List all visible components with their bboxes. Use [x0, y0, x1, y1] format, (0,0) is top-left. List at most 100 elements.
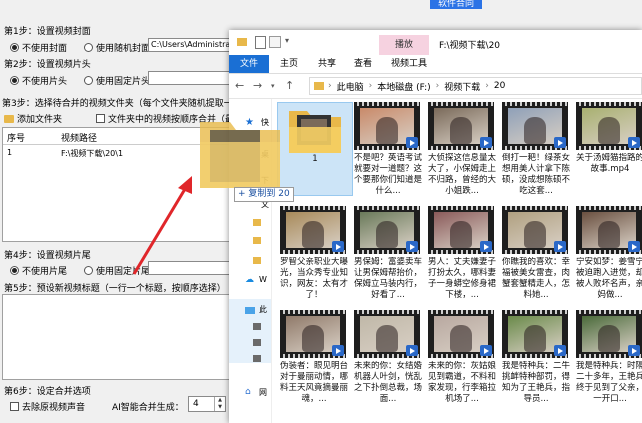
- video-thumbnail: [576, 102, 642, 150]
- add-folder-button[interactable]: 添加文件夹: [4, 112, 62, 125]
- video-thumbnail: [502, 206, 568, 254]
- red-arrow-annotation: [132, 176, 192, 275]
- file-name-label: 你瞧我的喜欢：幸福被美女雷查，肉蟹套蟹精走人，怎料她...: [501, 257, 570, 300]
- video-file-item[interactable]: 男人：丈夫嫌妻子打扮太久，哪料妻子一身蟒空修身裙下楼，...: [425, 206, 499, 300]
- file-name-label: 不是吧？英语考试就要对一道题？这个要那你们知道是什么...: [353, 153, 422, 196]
- video-file-item[interactable]: 我是特种兵：二牛挑衅特种部罚，得知为了王艳兵，指导员...: [499, 310, 573, 404]
- person-figure: [450, 117, 472, 144]
- drive-icon: [253, 323, 261, 330]
- play-badge-icon: [480, 137, 492, 148]
- radio-no-cover[interactable]: 不使用封面: [10, 41, 67, 54]
- breadcrumb-item[interactable]: 视频下载: [444, 80, 480, 93]
- step3-label: 第3步：选择待合并的视频文件夹（每个文件夹随机提取一个视: [2, 99, 251, 109]
- person-figure: [598, 325, 620, 352]
- file-name-label: 我是特种兵：时隔二十多年，王艳兵终于见到了父亲，一开口...: [575, 361, 642, 404]
- play-badge-icon: [628, 241, 640, 252]
- video-thumbnail: [280, 310, 346, 358]
- play-badge-icon: [406, 345, 418, 356]
- person-figure: [450, 221, 472, 248]
- video-file-item[interactable]: 倒打一耙！绿茶女想用美人计拿下陈硕，没成想陈硕不吃这套...: [499, 102, 573, 196]
- intro-path-field[interactable]: [148, 71, 230, 85]
- radio-label: 不使用封面: [22, 44, 68, 54]
- chevron-right-icon: ›: [328, 81, 332, 91]
- video-file-item[interactable]: 我是特种兵：时隔二十多年，王艳兵终于见到了父亲，一开口...: [573, 310, 642, 404]
- video-thumbnail: [354, 206, 420, 254]
- video-file-item[interactable]: 不是吧？英语考试就要对一道题？这个要那你们知道是什么...: [351, 102, 425, 196]
- drive-icon: [253, 355, 261, 362]
- recent-dropdown-icon[interactable]: ▾: [271, 82, 275, 90]
- ai-count-stepper[interactable]: 4 ▲ ▼: [188, 396, 226, 412]
- radio-icon: [84, 266, 93, 275]
- video-file-item[interactable]: 伪装者：眼见明台对于曼丽动情，哪料王天风竟摘曼丽魂，...: [277, 310, 351, 404]
- folder-icon: [289, 111, 341, 153]
- play-badge-icon: [406, 241, 418, 252]
- breadcrumb-item[interactable]: 此电脑: [337, 80, 364, 93]
- forward-arrow-icon[interactable]: →: [253, 79, 262, 92]
- remove-audio-checkbox[interactable]: 去除原视频声音: [10, 400, 85, 413]
- video-file-item[interactable]: 未来的你：女结婚机器人叶剑，恍乱之下扑倒总裁，场面...: [351, 310, 425, 404]
- video-file-item[interactable]: 宁安如梦：姜雪宁被迫跑入进觉，却被人败坏名声，亲妈做...: [573, 206, 642, 300]
- ribbon-tabs: 文件 主页 共享 查看 视频工具: [229, 55, 642, 74]
- step4-label: 第4步：设置视频片尾: [4, 251, 91, 261]
- radio-no-outro[interactable]: 不使用片尾: [10, 264, 67, 277]
- up-arrow-icon[interactable]: ↑: [285, 79, 294, 92]
- radio-icon: [84, 43, 93, 52]
- radio-random-cover[interactable]: 使用随机封面: [84, 41, 150, 54]
- radio-icon: [10, 266, 19, 275]
- video-file-item[interactable]: 未来的你：灰姑娘见到霸道，不料和家发现，行李箱拉机场了...: [425, 310, 499, 404]
- breadcrumb-item[interactable]: 本地磁盘 (F:): [377, 80, 430, 93]
- tab-manage-play[interactable]: 播放: [379, 35, 429, 55]
- film-strip: [502, 102, 568, 106]
- checkbox-icon: [96, 114, 105, 123]
- radio-label: 使用随机封面: [96, 44, 151, 54]
- radio-no-intro[interactable]: 不使用片头: [10, 74, 67, 87]
- new-folder-icon[interactable]: [269, 36, 281, 48]
- film-strip: [502, 310, 568, 314]
- tab-home[interactable]: 主页: [271, 55, 307, 73]
- tab-view[interactable]: 查看: [345, 55, 381, 73]
- stepper-arrows-icon[interactable]: ▲ ▼: [214, 397, 225, 411]
- person-figure: [598, 221, 620, 248]
- folder-icon: [314, 82, 324, 90]
- step6-label: 第6步：设定合并选项: [4, 387, 91, 397]
- play-badge-icon: [406, 137, 418, 148]
- quick-access-dropdown-icon[interactable]: ▾: [285, 36, 289, 45]
- video-file-item[interactable]: 大侦探这信息量太大了，小保姆走上不归路，曾经的大小姐跌...: [425, 102, 499, 196]
- radio-fixed-intro[interactable]: 使用固定片头: [84, 74, 150, 87]
- file-name-label: 关于汤姆猫指路的故事.mp4: [575, 153, 642, 174]
- radio-label: 不使用片尾: [22, 267, 68, 277]
- properties-icon[interactable]: [255, 36, 266, 49]
- checkbox-label: 去除原视频声音: [22, 403, 86, 413]
- breadcrumb[interactable]: › 此电脑 › 本地磁盘 (F:) › 视频下载 › 20: [309, 77, 642, 95]
- film-strip: [354, 310, 420, 314]
- video-thumbnail: [280, 206, 346, 254]
- titles-textarea[interactable]: [2, 294, 254, 380]
- video-file-item[interactable]: 罗智父亲职业大曝光，当众秀专业知识，网友：太有才了！: [277, 206, 351, 300]
- person-figure: [524, 221, 546, 248]
- file-name-label: 大侦探这信息量太大了，小保姆走上不归路，曾经的大小姐跌...: [427, 153, 496, 196]
- video-file-item[interactable]: 你瞧我的喜欢：幸福被美女雷查，肉蟹套蟹精走人，怎料她...: [499, 206, 573, 300]
- explorer-titlebar: ▾ 播放 F:\视频下载\20: [229, 30, 642, 55]
- tab-file[interactable]: 文件: [229, 55, 269, 73]
- film-strip: [428, 102, 494, 106]
- nav-item[interactable]: W: [259, 275, 267, 284]
- cloud-icon[interactable]: ☁: [245, 275, 254, 285]
- network-icon[interactable]: ⌂: [245, 387, 251, 397]
- nav-item[interactable]: 网: [259, 387, 267, 398]
- nav-item[interactable]: 此: [259, 304, 267, 315]
- tab-video-tools[interactable]: 视频工具: [383, 55, 435, 73]
- video-thumbnail: [428, 102, 494, 150]
- video-file-item[interactable]: 关于汤姆猫指路的故事.mp4: [573, 102, 642, 194]
- ai-merge-label: AI智能合并生成：: [112, 403, 184, 413]
- row-path: F:\视频下载\20\1: [61, 149, 124, 158]
- step5-label: 第5步：预设新视频标题（一行一个标题，按顺序选择）: [4, 284, 226, 294]
- tab-share[interactable]: 共享: [309, 55, 345, 73]
- app-top-title: 软件合同: [430, 0, 483, 9]
- film-strip: [354, 206, 420, 210]
- video-thumbnail: [576, 206, 642, 254]
- back-arrow-icon[interactable]: ←: [235, 79, 244, 92]
- breadcrumb-item[interactable]: 20: [494, 81, 505, 91]
- film-strip: [280, 206, 346, 210]
- video-file-item[interactable]: 男保姆：富婆卖车让男保姆帮抬价，保姆立马装内行，好看了...: [351, 206, 425, 300]
- cover-path-field[interactable]: C:\Users\Administrat: [148, 38, 230, 52]
